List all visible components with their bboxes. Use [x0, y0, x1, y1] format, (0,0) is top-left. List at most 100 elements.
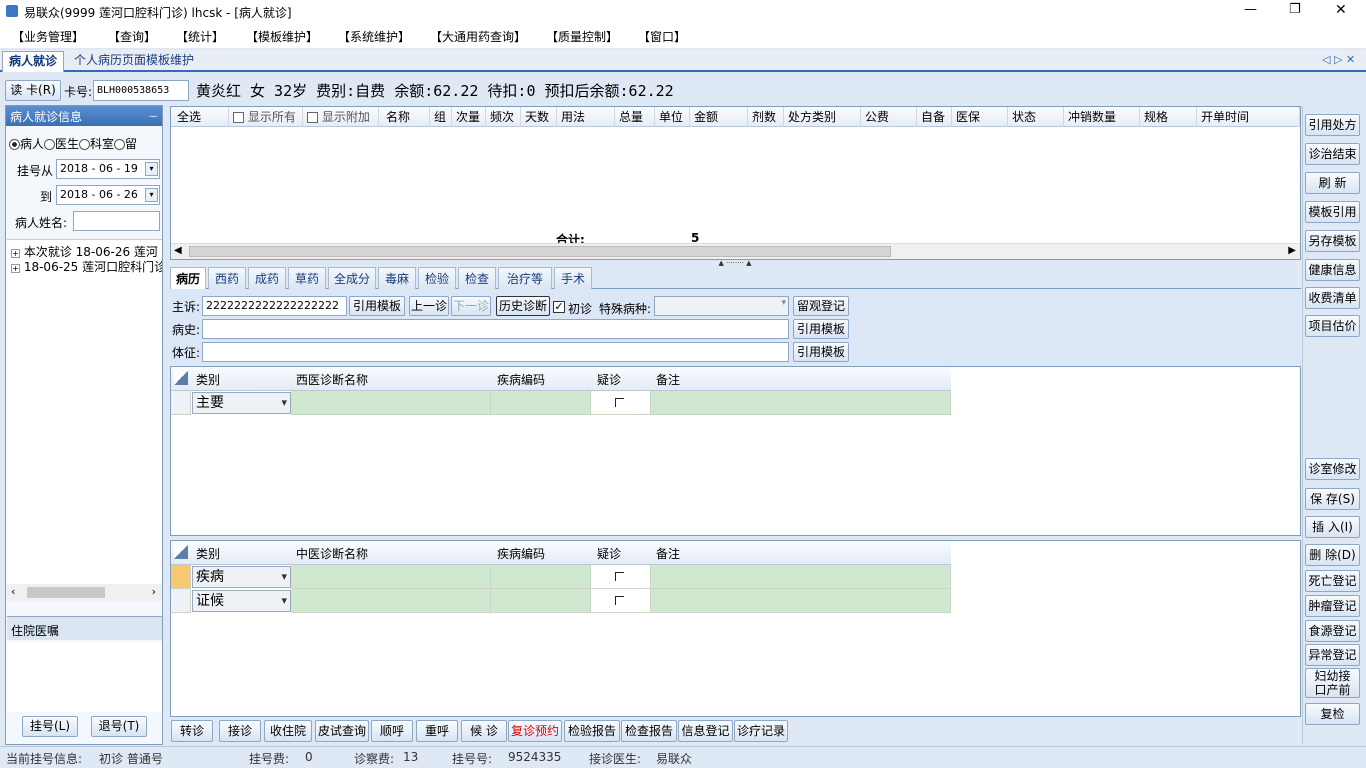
rx-hscrollbar[interactable]: ◀ ▶	[171, 243, 1300, 259]
col-remark[interactable]: 备注	[656, 371, 680, 388]
template-cite-button[interactable]: 模板引用	[1305, 201, 1360, 223]
menu-stats[interactable]: 【统计】	[176, 28, 224, 45]
save-as-template-button[interactable]: 另存模板	[1305, 230, 1360, 252]
col-suspect[interactable]: 疑诊	[597, 545, 621, 562]
menu-query[interactable]: 【查询】	[108, 28, 156, 45]
col-type[interactable]: 类别	[196, 371, 220, 388]
disease-code-cell[interactable]	[491, 565, 591, 589]
save-button[interactable]: 保 存(S)	[1305, 488, 1360, 510]
tree-node[interactable]: + 18-06-25 莲河口腔科门诊	[11, 258, 162, 275]
tab-patient-visit[interactable]: 病人就诊	[2, 51, 64, 72]
expand-icon[interactable]: +	[11, 264, 20, 273]
show-extra-toggle[interactable]: 显示附加	[303, 107, 379, 127]
col-total[interactable]: 总量	[615, 107, 655, 127]
receive-button[interactable]: 接诊	[219, 720, 261, 742]
call-next-button[interactable]: 顺呼	[371, 720, 413, 742]
col-dose[interactable]: 次量	[452, 107, 486, 127]
unregister-button[interactable]: 退号(T)	[91, 716, 147, 737]
tab-exam[interactable]: 检查	[458, 267, 496, 289]
col-insurance[interactable]: 医保	[952, 107, 1008, 127]
col-group[interactable]: 组	[430, 107, 452, 127]
diagnosis-type-select[interactable]: 主要	[192, 392, 291, 414]
show-all-checkbox[interactable]	[233, 112, 244, 123]
tree-hscrollbar[interactable]: ‹ ›	[7, 584, 162, 601]
menu-window[interactable]: 【窗口】	[638, 28, 686, 45]
col-remark[interactable]: 备注	[656, 545, 680, 562]
menu-template[interactable]: 【模板维护】	[246, 28, 318, 45]
western-name-cell[interactable]	[291, 391, 491, 415]
diagnosis-type-select[interactable]: 疾病	[192, 566, 291, 588]
radio-doctor-icon[interactable]	[44, 139, 56, 150]
exam-report-button[interactable]: 检查报告	[621, 720, 677, 742]
prev-visit-button[interactable]: 上一诊	[409, 296, 449, 316]
expand-icon[interactable]: +	[11, 249, 20, 258]
menu-quality[interactable]: 【质量控制】	[546, 28, 618, 45]
col-days[interactable]: 天数	[521, 107, 557, 127]
chinese-name-cell[interactable]	[291, 565, 491, 589]
tab-lab-test[interactable]: 检验	[418, 267, 456, 289]
close-icon[interactable]: ✕	[1335, 2, 1347, 18]
delete-button[interactable]: 删 除(D)	[1305, 544, 1360, 566]
col-disease-code[interactable]: 疾病编码	[497, 545, 545, 562]
observe-register-button[interactable]: 留观登记	[793, 296, 849, 316]
tab-template-maintenance[interactable]: 个人病历页面模板维护	[66, 52, 202, 71]
suspect-checkbox[interactable]	[615, 572, 624, 581]
col-unit[interactable]: 单位	[655, 107, 690, 127]
lab-report-button[interactable]: 检验报告	[564, 720, 620, 742]
minimize-icon[interactable]: —	[1244, 2, 1257, 17]
scroll-thumb[interactable]	[189, 246, 891, 257]
tab-narcotic[interactable]: 毒麻	[378, 267, 416, 289]
col-rx-type[interactable]: 处方类别	[784, 107, 861, 127]
col-self[interactable]: 自备	[917, 107, 952, 127]
recall-button[interactable]: 重呼	[416, 720, 458, 742]
abnormal-register-button[interactable]: 异常登记	[1305, 644, 1360, 666]
tab-herbal[interactable]: 草药	[288, 267, 326, 289]
suspect-checkbox[interactable]	[615, 596, 624, 605]
tab-treatment[interactable]: 治疗等	[498, 267, 552, 289]
skin-test-query-button[interactable]: 皮试查询	[315, 720, 369, 742]
chevron-down-icon[interactable]: ▾	[781, 298, 786, 308]
tab-nav-icons[interactable]: ◁ ▷ ✕	[1322, 53, 1355, 66]
special-disease-select[interactable]: ▾	[654, 296, 789, 316]
read-card-button[interactable]: 读 卡(R)	[5, 80, 61, 101]
col-spec[interactable]: 规格	[1140, 107, 1197, 127]
table-row[interactable]: 证候	[171, 589, 951, 613]
show-extra-checkbox[interactable]	[307, 112, 318, 123]
date-from-field[interactable]: 2018 - 06 - 19 ▾	[56, 159, 160, 179]
radio-dept-icon[interactable]	[79, 139, 91, 150]
date-to-field[interactable]: 2018 - 06 - 26 ▾	[56, 185, 160, 205]
scroll-right-icon[interactable]: ›	[152, 585, 156, 598]
disease-code-cell[interactable]	[491, 391, 591, 415]
remark-cell[interactable]	[651, 589, 951, 613]
history-cite-template-button[interactable]: 引用模板	[793, 319, 849, 339]
splitter-handle[interactable]: ▲ ········ ▲	[700, 260, 770, 267]
health-info-button[interactable]: 健康信息	[1305, 259, 1360, 281]
insert-button[interactable]: 插 入(I)	[1305, 516, 1360, 538]
scroll-thumb[interactable]	[27, 587, 105, 598]
room-modify-button[interactable]: 诊室修改	[1305, 458, 1360, 480]
col-western-name[interactable]: 西医诊断名称	[296, 371, 368, 388]
item-estimate-button[interactable]: 项目估价	[1305, 315, 1360, 337]
first-visit-checkbox[interactable]: ✓	[553, 301, 565, 313]
sign-cite-template-button[interactable]: 引用模板	[793, 342, 849, 362]
tab-full-ingredient[interactable]: 全成分	[328, 267, 376, 289]
register-button[interactable]: 挂号(L)	[22, 716, 78, 737]
charge-list-button[interactable]: 收费清单	[1305, 287, 1360, 309]
transfer-button[interactable]: 转诊	[171, 720, 213, 742]
next-visit-button[interactable]: 下一诊	[451, 296, 491, 316]
finish-diagnosis-button[interactable]: 诊治结束	[1305, 143, 1360, 165]
col-name[interactable]: 名称	[382, 107, 430, 127]
treatment-record-button[interactable]: 诊疗记录	[734, 720, 788, 742]
tumor-register-button[interactable]: 肿瘤登记	[1305, 595, 1360, 617]
col-public[interactable]: 公费	[861, 107, 917, 127]
calendar-dropdown-icon[interactable]: ▾	[145, 188, 158, 202]
select-all-checkbox[interactable]: 全选	[171, 107, 229, 127]
remark-cell[interactable]	[651, 391, 951, 415]
radio-patient-icon[interactable]	[9, 139, 20, 150]
info-register-button[interactable]: 信息登记	[678, 720, 733, 742]
col-chinese-name[interactable]: 中医诊断名称	[296, 545, 368, 562]
patient-name-input[interactable]	[73, 211, 160, 231]
col-freq[interactable]: 频次	[486, 107, 521, 127]
cite-template-button[interactable]: 引用模板	[349, 296, 405, 316]
col-doses[interactable]: 剂数	[748, 107, 784, 127]
